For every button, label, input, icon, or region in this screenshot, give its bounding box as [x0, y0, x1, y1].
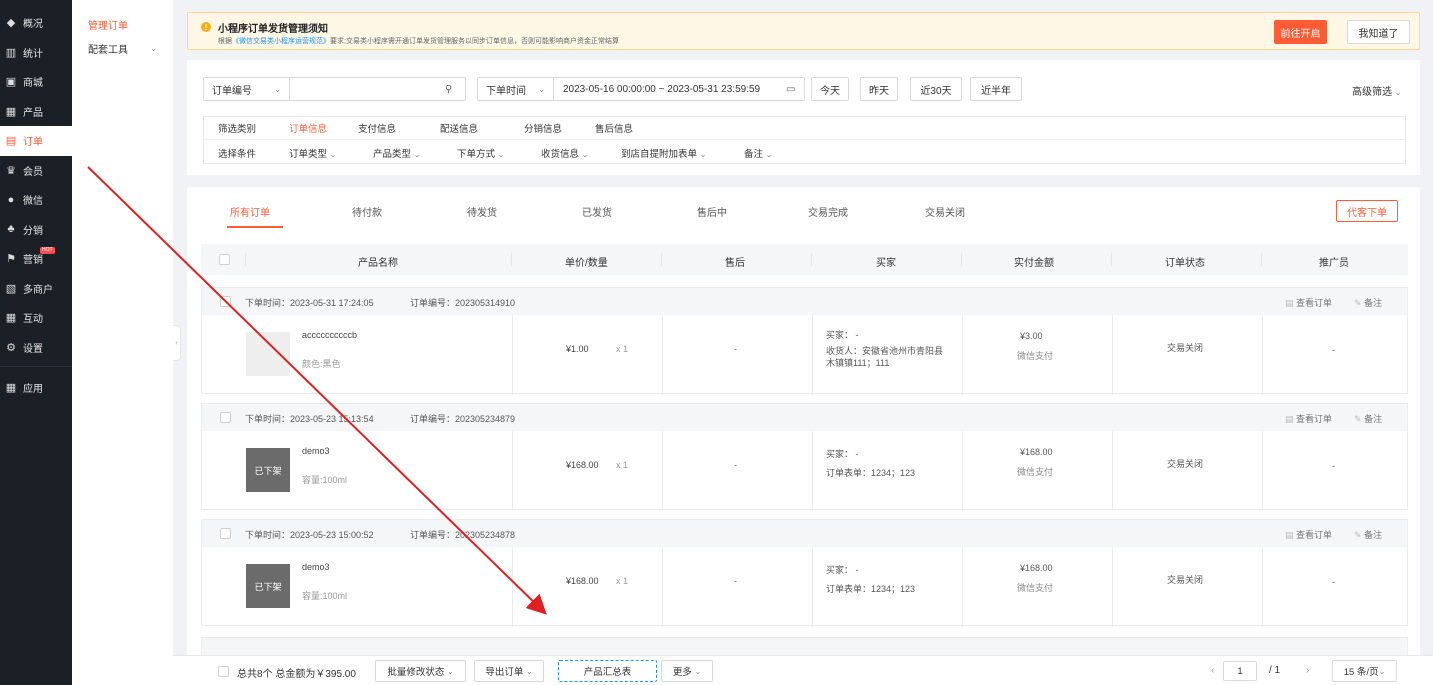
- annotation-arrow: [87, 166, 547, 615]
